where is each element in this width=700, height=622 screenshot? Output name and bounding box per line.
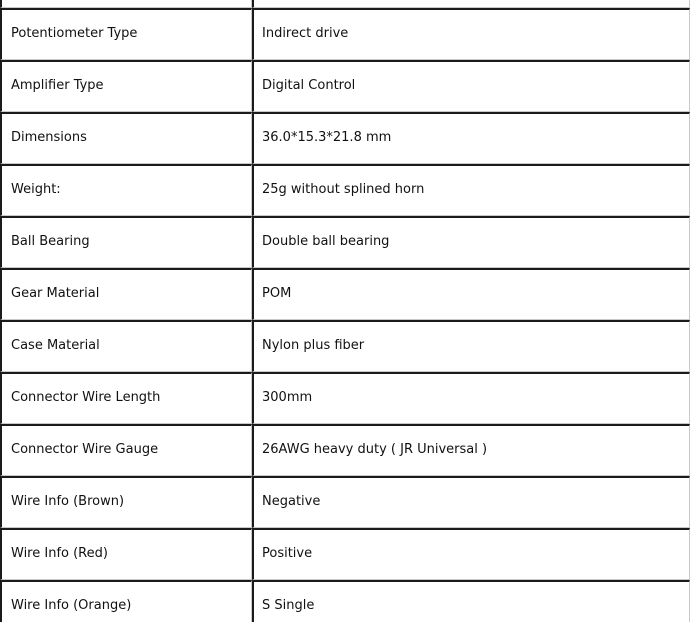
table-row: Weight: 25g without splined horn bbox=[0, 164, 690, 216]
table-row: Wire Info (Brown) Negative bbox=[0, 476, 690, 528]
spec-value-text: 36.0*15.3*21.8 mm bbox=[262, 130, 392, 145]
spec-value-cell: 300mm bbox=[252, 372, 690, 424]
table-row: Ball Bearing Double ball bearing bbox=[0, 216, 690, 268]
spec-label-text: Wire Info (Red) bbox=[11, 546, 108, 561]
spec-value-text: S Single bbox=[262, 598, 315, 613]
spec-label-cell: Wire Info (Red) bbox=[0, 528, 252, 580]
spec-label-cell: Case Material bbox=[0, 320, 252, 372]
specification-table: Potentiometer Type Indirect drive Amplifie… bbox=[0, 0, 690, 622]
page-viewport: Potentiometer Type Indirect drive Amplifie… bbox=[0, 0, 700, 622]
spec-value-text: Indirect drive bbox=[262, 26, 349, 41]
table-row-partial bbox=[0, 0, 690, 8]
spec-label-text: Wire Info (Orange) bbox=[11, 598, 132, 613]
table-row: Dimensions 36.0*15.3*21.8 mm bbox=[0, 112, 690, 164]
spec-value-text: Positive bbox=[262, 546, 313, 561]
spec-value-text: Negative bbox=[262, 494, 321, 509]
table-row: Potentiometer Type Indirect drive bbox=[0, 8, 690, 60]
spec-label-cell: Wire Info (Orange) bbox=[0, 580, 252, 622]
table-row: Case Material Nylon plus fiber bbox=[0, 320, 690, 372]
spec-label-text: Dimensions bbox=[11, 130, 87, 145]
table-row: Wire Info (Red) Positive bbox=[0, 528, 690, 580]
spec-table-container: Potentiometer Type Indirect drive Amplifie… bbox=[0, 0, 694, 622]
spec-value-cell: 36.0*15.3*21.8 mm bbox=[252, 112, 690, 164]
spec-value-cell: Positive bbox=[252, 528, 690, 580]
spec-value-text: Double ball bearing bbox=[262, 234, 390, 249]
spec-value-cell: POM bbox=[252, 268, 690, 320]
table-row: Connector Wire Length 300mm bbox=[0, 372, 690, 424]
spec-label-text: Connector Wire Length bbox=[11, 390, 161, 405]
spec-label-cell: Gear Material bbox=[0, 268, 252, 320]
spec-label-cell: Amplifier Type bbox=[0, 60, 252, 112]
spec-value-text: 26AWG heavy duty ( JR Universal ) bbox=[262, 442, 488, 457]
spec-value-cell: Digital Control bbox=[252, 60, 690, 112]
spec-label-text: Connector Wire Gauge bbox=[11, 442, 159, 457]
spec-label-text: Weight: bbox=[11, 182, 61, 197]
spec-label-text: Wire Info (Brown) bbox=[11, 494, 125, 509]
spec-label-text: Gear Material bbox=[11, 286, 100, 301]
spec-value-cell: Negative bbox=[252, 476, 690, 528]
spec-label-cell bbox=[0, 0, 252, 8]
spec-label-cell: Connector Wire Length bbox=[0, 372, 252, 424]
spec-label-cell: Wire Info (Brown) bbox=[0, 476, 252, 528]
spec-value-cell: Nylon plus fiber bbox=[252, 320, 690, 372]
spec-value-cell: 25g without splined horn bbox=[252, 164, 690, 216]
spec-label-cell: Connector Wire Gauge bbox=[0, 424, 252, 476]
spec-value-text: 25g without splined horn bbox=[262, 182, 425, 197]
spec-label-cell: Weight: bbox=[0, 164, 252, 216]
spec-value-cell: S Single bbox=[252, 580, 690, 622]
spec-label-cell: Potentiometer Type bbox=[0, 8, 252, 60]
spec-value-cell: Indirect drive bbox=[252, 8, 690, 60]
spec-label-text: Amplifier Type bbox=[11, 78, 104, 93]
spec-value-cell bbox=[252, 0, 690, 8]
table-row: Gear Material POM bbox=[0, 268, 690, 320]
spec-label-text: Case Material bbox=[11, 338, 100, 353]
spec-label-text: Ball Bearing bbox=[11, 234, 90, 249]
spec-value-cell: 26AWG heavy duty ( JR Universal ) bbox=[252, 424, 690, 476]
table-row: Connector Wire Gauge 26AWG heavy duty ( J… bbox=[0, 424, 690, 476]
spec-value-text: Nylon plus fiber bbox=[262, 338, 365, 353]
spec-label-text: Potentiometer Type bbox=[11, 26, 138, 41]
spec-label-cell: Dimensions bbox=[0, 112, 252, 164]
spec-value-text: POM bbox=[262, 286, 292, 301]
spec-value-text: 300mm bbox=[262, 390, 313, 405]
table-row: Amplifier Type Digital Control bbox=[0, 60, 690, 112]
spec-label-cell: Ball Bearing bbox=[0, 216, 252, 268]
spec-value-text: Digital Control bbox=[262, 78, 356, 93]
spec-table-body: Potentiometer Type Indirect drive Amplifie… bbox=[0, 0, 690, 622]
spec-value-cell: Double ball bearing bbox=[252, 216, 690, 268]
table-row: Wire Info (Orange) S Single bbox=[0, 580, 690, 622]
